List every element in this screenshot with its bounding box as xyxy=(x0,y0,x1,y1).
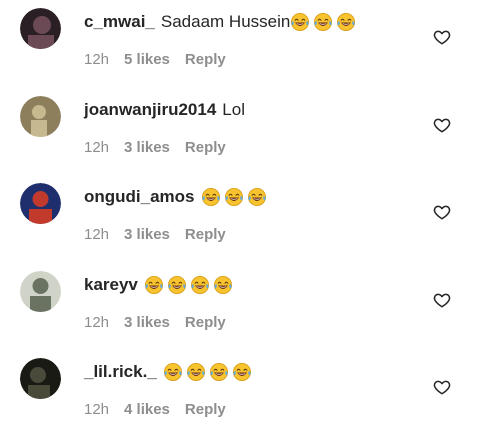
comment-item: ongudi_amos 12h 3 likes Reply xyxy=(0,183,480,263)
comment-time: 12h xyxy=(84,138,110,156)
comment-username[interactable]: c_mwai_ xyxy=(84,12,155,32)
avatar[interactable] xyxy=(20,358,61,399)
face-with-tears-of-joy-icon xyxy=(186,363,205,382)
face-with-tears-of-joy-icon xyxy=(232,363,251,382)
comment-item: c_mwai_ Sadaam Hussein 12h 5 likes Reply xyxy=(0,8,480,88)
comment-item: _lil.rick._ 12h 4 likes Reply xyxy=(0,358,480,438)
comment-likes[interactable]: 3 likes xyxy=(124,139,170,156)
comment-emojis xyxy=(144,275,233,296)
comment-time: 12h xyxy=(84,400,110,418)
face-with-tears-of-joy-icon xyxy=(201,188,220,207)
comment-item: kareyv 12h 3 likes Reply xyxy=(0,271,480,351)
reply-button[interactable]: Reply xyxy=(185,51,226,68)
face-with-tears-of-joy-icon xyxy=(337,13,356,32)
heart-outline-icon[interactable] xyxy=(433,116,451,134)
face-with-tears-of-joy-icon xyxy=(190,276,209,295)
comment-likes[interactable]: 5 likes xyxy=(124,51,170,68)
comment-likes[interactable]: 3 likes xyxy=(124,226,170,243)
comment-text: Lol xyxy=(222,100,245,119)
reply-button[interactable]: Reply xyxy=(185,314,226,331)
avatar[interactable] xyxy=(20,8,61,49)
comment-username[interactable]: joanwanjiru2014 xyxy=(84,100,216,120)
comment-time: 12h xyxy=(84,313,110,331)
comment-emojis xyxy=(163,362,252,383)
face-with-tears-of-joy-icon xyxy=(144,276,163,295)
face-with-tears-of-joy-icon xyxy=(224,188,243,207)
face-with-tears-of-joy-icon xyxy=(163,363,182,382)
heart-outline-icon[interactable] xyxy=(433,203,451,221)
comment-username[interactable]: kareyv xyxy=(84,275,138,295)
heart-outline-icon[interactable] xyxy=(433,291,451,309)
comment-emojis xyxy=(201,187,267,208)
face-with-tears-of-joy-icon xyxy=(247,188,266,207)
heart-outline-icon[interactable] xyxy=(433,28,451,46)
comment-text: Sadaam Hussein xyxy=(160,12,291,31)
reply-button[interactable]: Reply xyxy=(185,139,226,156)
comment-time: 12h xyxy=(84,225,110,243)
avatar[interactable] xyxy=(20,271,61,312)
comment-likes[interactable]: 3 likes xyxy=(124,314,170,331)
face-with-tears-of-joy-icon xyxy=(209,363,228,382)
face-with-tears-of-joy-icon xyxy=(291,13,310,32)
comment-username[interactable]: _lil.rick._ xyxy=(84,362,157,382)
avatar[interactable] xyxy=(20,183,61,224)
comment-username[interactable]: ongudi_amos xyxy=(84,187,195,207)
face-with-tears-of-joy-icon xyxy=(314,13,333,32)
comment-item: joanwanjiru2014 Lol 12h 3 likes Reply xyxy=(0,96,480,176)
comment-time: 12h xyxy=(84,50,110,68)
heart-outline-icon[interactable] xyxy=(433,378,451,396)
reply-button[interactable]: Reply xyxy=(185,226,226,243)
face-with-tears-of-joy-icon xyxy=(213,276,232,295)
comment-likes[interactable]: 4 likes xyxy=(124,401,170,418)
reply-button[interactable]: Reply xyxy=(185,401,226,418)
avatar[interactable] xyxy=(20,96,61,137)
comment-emojis xyxy=(290,12,356,33)
face-with-tears-of-joy-icon xyxy=(167,276,186,295)
